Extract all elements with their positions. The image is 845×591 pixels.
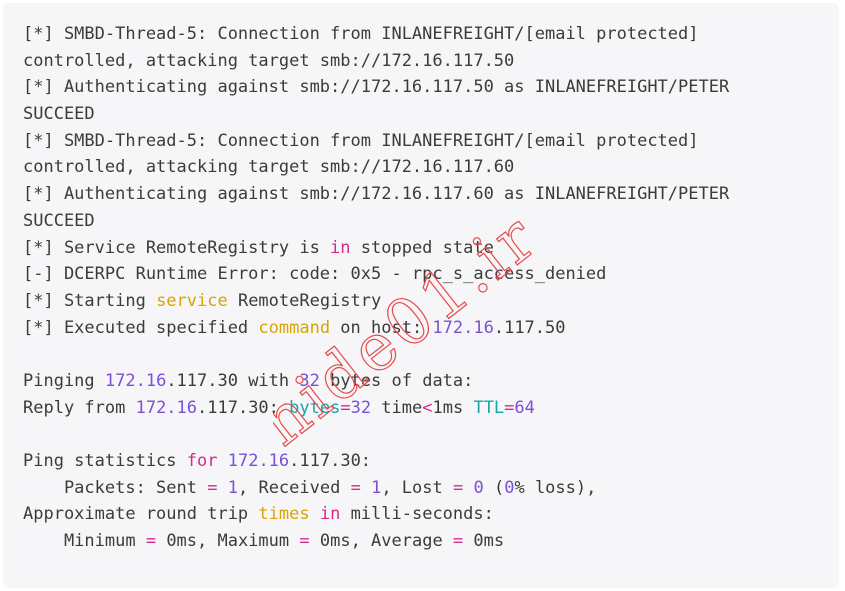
terminal-line: Minimum = 0ms, Maximum = 0ms, Average = … [23, 528, 829, 555]
code-token: [*] Executed specified [23, 317, 259, 338]
code-token: time [371, 397, 423, 418]
code-token: 0 [473, 477, 484, 498]
code-token: SUCCEED [23, 104, 95, 125]
code-token: SUCCEED [23, 210, 95, 231]
code-token: [-] DCERPC Runtime Error: code: 0x5 - rp… [23, 264, 607, 285]
code-token: [*] SMBD-Thread-5: Connection from INLAN… [23, 130, 699, 151]
code-token: TTL [473, 397, 505, 418]
code-token: < [422, 397, 433, 418]
code-token: [*] Starting [23, 290, 157, 311]
code-token: for [186, 451, 218, 471]
code-token: controlled, attacking target smb://172.1… [23, 50, 515, 71]
code-token: 172.16 [432, 317, 494, 338]
code-token: 0ms, Average [309, 531, 453, 552]
code-token: times [258, 504, 310, 525]
code-token: Ping statistics [23, 451, 187, 471]
terminal-line: [*] Authenticating against smb://172.16.… [23, 74, 829, 101]
terminal-line: Pinging 172.16.117.30 with 32 bytes of d… [23, 368, 829, 395]
code-token: bytes [289, 397, 341, 418]
code-token: 0 [504, 477, 515, 498]
code-token: 0ms [463, 531, 505, 552]
code-token: .117.30 with [166, 370, 300, 391]
code-token: % loss), [514, 477, 597, 498]
terminal-line: Ping statistics for 172.16.117.30: [23, 448, 829, 475]
code-token: in [319, 504, 341, 525]
code-token: Pinging [23, 370, 105, 391]
code-token: .117.30: [197, 397, 290, 418]
code-token: Reply from [23, 397, 136, 418]
code-token: 0ms, Maximum [156, 531, 300, 552]
code-token: = [350, 477, 361, 498]
code-token: in [330, 237, 351, 258]
terminal-line: [*] SMBD-Thread-5: Connection from INLAN… [23, 128, 829, 155]
terminal-line: SUCCEED [23, 101, 829, 128]
code-token: Minimum [23, 531, 146, 552]
code-token: bytes of data: [319, 370, 474, 391]
code-token: .117.30: [289, 451, 372, 471]
code-token: command [258, 317, 331, 338]
code-block: [*] SMBD-Thread-5: Connection from INLAN… [3, 3, 839, 588]
code-token: 1 [227, 477, 238, 498]
code-token: 1 [371, 477, 382, 498]
terminal-line: [-] DCERPC Runtime Error: code: 0x5 - rp… [23, 261, 829, 288]
code-token: [*] Authenticating against smb://172.16.… [23, 184, 730, 205]
code-token: 172.16 [135, 397, 198, 418]
terminal-line: Packets: Sent = 1, Received = 1, Lost = … [23, 475, 829, 502]
code-token: .117.50 [493, 317, 566, 338]
code-token: 172.16 [104, 370, 167, 391]
terminal-line: [*] Service RemoteRegistry is in stopped… [23, 235, 829, 262]
code-token: on host: [330, 317, 433, 338]
terminal-line: [*] Executed specified command on host: … [23, 315, 829, 342]
code-token: ( [483, 477, 505, 498]
terminal-line: SUCCEED [23, 208, 829, 235]
code-token: = [299, 531, 310, 552]
code-token: 172.16 [227, 451, 290, 471]
code-token: [*] Service RemoteRegistry is [23, 237, 331, 258]
code-token: Packets: Sent [23, 477, 208, 498]
code-token: RemoteRegistry [227, 290, 382, 311]
code-token: Approximate round trip [23, 504, 259, 525]
code-token: 64 [514, 397, 535, 418]
code-token: stopped state [350, 237, 494, 258]
code-token: , Received [237, 477, 351, 498]
terminal-line: Approximate round trip times in milli-se… [23, 501, 829, 528]
code-token: = [145, 531, 157, 552]
terminal-line: [*] SMBD-Thread-5: Connection from INLAN… [23, 21, 829, 48]
code-token: = [504, 397, 515, 418]
terminal-line: [*] Starting service RemoteRegistry [23, 288, 829, 315]
code-token: controlled, attacking target smb://172.1… [23, 157, 515, 178]
code-token: = [340, 397, 351, 418]
terminal-line: controlled, attacking target smb://172.1… [23, 154, 829, 181]
terminal-line: Reply from 172.16.117.30: bytes=32 time<… [23, 395, 829, 422]
code-token: , Lost [381, 477, 453, 498]
code-token: [*] SMBD-Thread-5: Connection from INLAN… [23, 24, 699, 44]
terminal-output: [*] SMBD-Thread-5: Connection from INLAN… [23, 21, 829, 555]
code-token: milli-seconds: [340, 504, 494, 525]
code-token: = [452, 531, 464, 552]
code-token: 32 [350, 397, 372, 418]
code-token: service [156, 290, 228, 311]
code-token: [*] Authenticating against smb://172.16.… [23, 77, 730, 98]
terminal-line: controlled, attacking target smb://172.1… [23, 48, 829, 75]
code-token: 32 [299, 370, 320, 391]
code-token: = [452, 477, 464, 498]
code-token: 1ms [432, 397, 474, 418]
terminal-line: [*] Authenticating against smb://172.16.… [23, 181, 829, 208]
code-token: = [207, 477, 218, 498]
